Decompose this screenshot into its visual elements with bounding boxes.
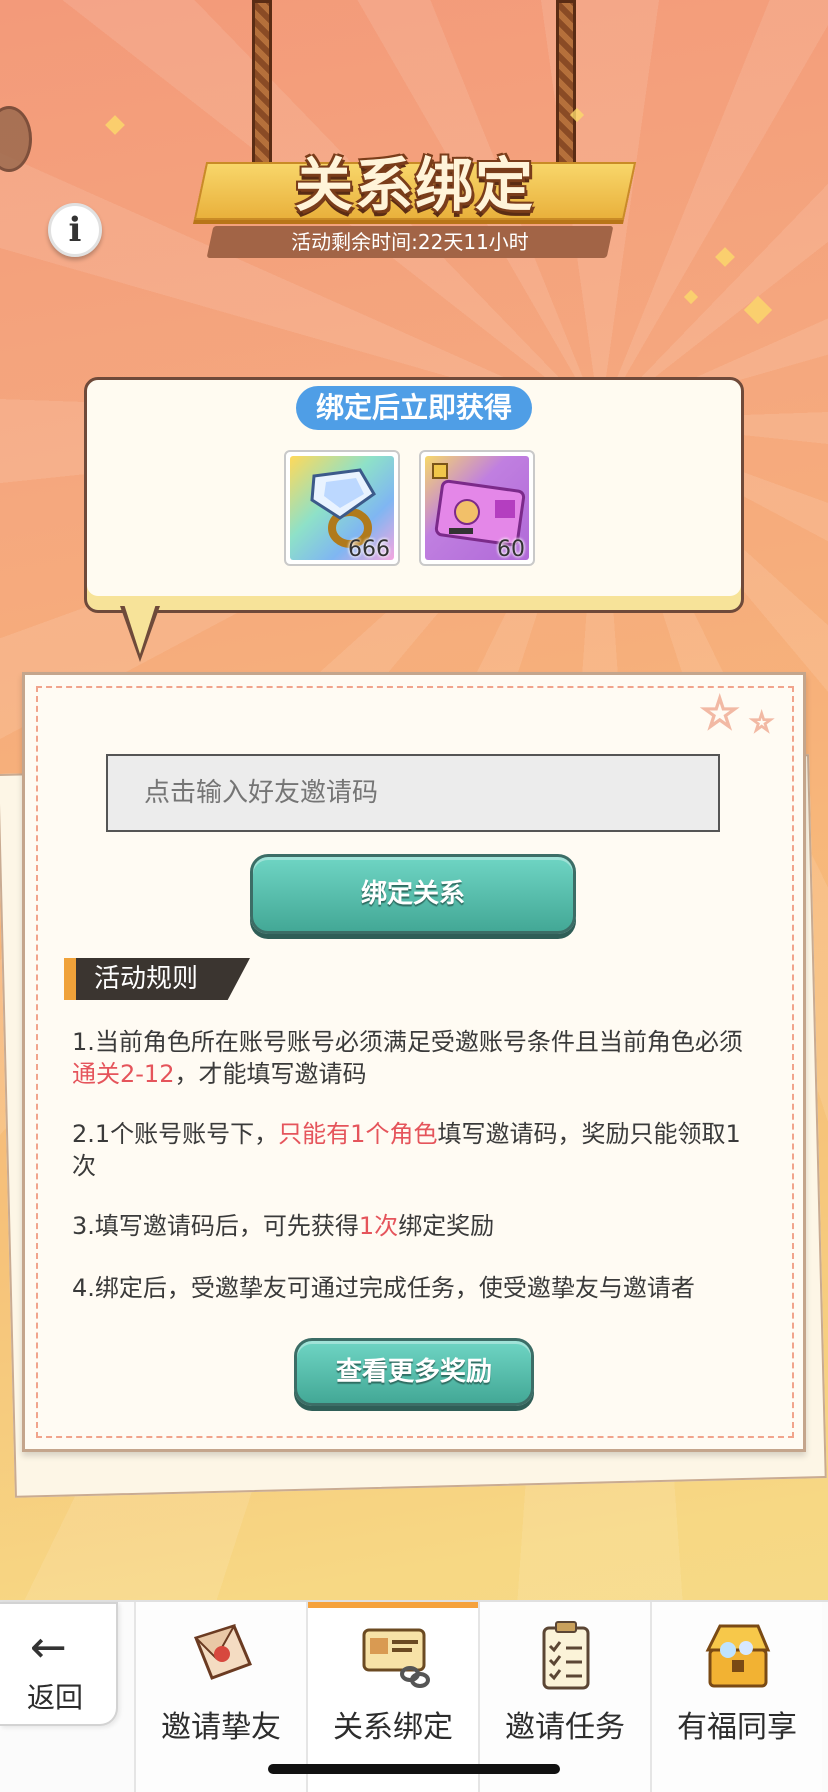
invite-letter-icon (194, 1624, 252, 1680)
view-more-rewards-button[interactable]: 查看更多奖励 (294, 1338, 534, 1406)
info-icon: i (68, 210, 82, 250)
rule-item: 4.绑定后，受邀挚友可通过完成任务，使受邀挚友与邀请者 (72, 1274, 695, 1302)
bind-relation-button[interactable]: 绑定关系 (250, 854, 576, 934)
reward-count: 60 (497, 537, 525, 562)
reward-label: 绑定后立即获得 (296, 386, 532, 430)
sparkle-decoration (683, 289, 699, 305)
star-decoration: ☆ (749, 707, 774, 739)
rule-item: 1.当前角色所在账号账号必须满足受邀账号条件且当前角色必须通关2-12，才能填写… (72, 1028, 743, 1088)
reward-item-ticket[interactable]: 60 (419, 450, 535, 566)
info-button[interactable]: i (48, 203, 102, 257)
home-indicator[interactable] (268, 1764, 560, 1774)
settings-gear-icon[interactable] (0, 106, 32, 172)
sparkle-decoration (715, 247, 735, 267)
sparkle-decoration (105, 115, 125, 135)
bind-card-icon (362, 1628, 430, 1688)
activity-timer: 活动剩余时间:22天11小时 (291, 230, 529, 254)
rules-title: 活动规则 (64, 958, 250, 1000)
task-clipboard-icon (542, 1621, 590, 1690)
reward-count: 666 (348, 537, 390, 562)
page-title: 关系绑定 (294, 151, 535, 219)
tab-share-fortune[interactable]: 有福同享 (650, 1602, 822, 1792)
rule-item: 3.填写邀请码后，可先获得1次绑定奖励 (72, 1212, 495, 1240)
invite-code-input[interactable] (106, 754, 720, 832)
back-button[interactable]: ← 返回 (0, 1602, 118, 1726)
reward-item-ring[interactable]: 666 (284, 450, 400, 566)
sparkle-decoration (743, 295, 773, 325)
star-decoration: ☆ (699, 687, 740, 740)
back-arrow-icon: ← (30, 1622, 67, 1673)
rule-item: 2.1个账号账号下，只能有1个角色填写邀请码，奖励只能领取1次 (72, 1120, 741, 1180)
treasure-box-icon (705, 1624, 771, 1688)
